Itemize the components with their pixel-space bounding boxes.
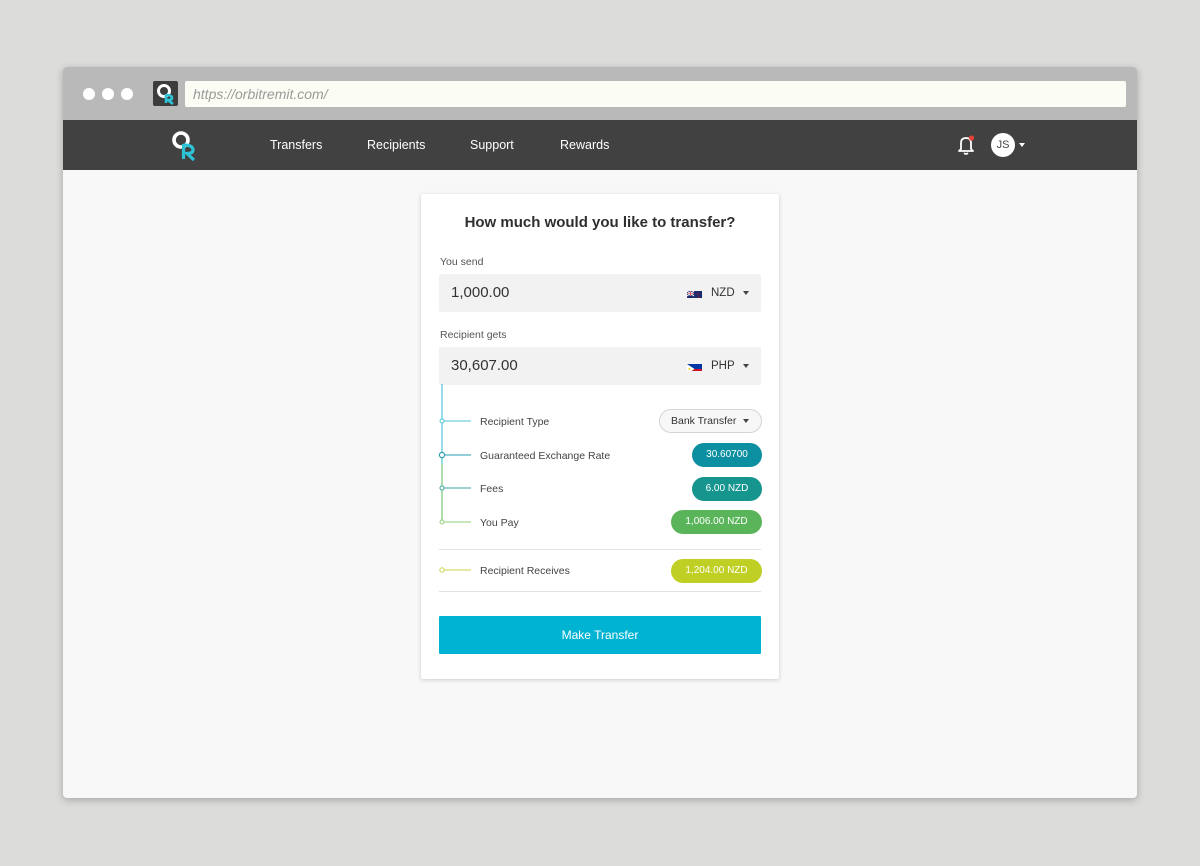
divider xyxy=(439,591,761,592)
recipient-type-value[interactable]: Bank Transfer xyxy=(671,415,736,427)
transfer-card: How much would you like to transfer? You… xyxy=(421,194,779,679)
site-favicon-icon xyxy=(153,81,178,106)
receive-amount-value[interactable]: 30,607.00 xyxy=(451,347,518,385)
nav-rewards[interactable]: Rewards xyxy=(560,120,609,170)
send-currency[interactable]: NZD xyxy=(711,274,735,312)
recipient-receives-badge: 1,204.00 NZD xyxy=(671,559,762,583)
nz-flag-icon xyxy=(687,288,702,298)
window-close-dot[interactable] xyxy=(83,88,95,100)
receive-amount-field[interactable]: 30,607.00 PHP xyxy=(439,347,761,385)
browser-window: https://orbitremit.com/ Transfers Recipi… xyxy=(63,67,1137,798)
exchange-rate-badge: 30.60700 xyxy=(692,443,762,467)
recipient-type-chevron-down-icon[interactable] xyxy=(743,419,749,423)
orbitremit-logo-icon[interactable] xyxy=(171,129,197,161)
make-transfer-button[interactable]: Make Transfer xyxy=(439,616,761,654)
card-title: How much would you like to transfer? xyxy=(421,214,779,231)
browser-chrome: https://orbitremit.com/ xyxy=(63,67,1137,120)
receive-currency[interactable]: PHP xyxy=(711,347,735,385)
window-minimize-dot[interactable] xyxy=(102,88,114,100)
recipient-type-label: Recipient Type xyxy=(480,416,549,428)
nav-transfers[interactable]: Transfers xyxy=(270,120,322,170)
receive-currency-chevron-down-icon[interactable] xyxy=(743,364,749,368)
notification-bell-icon[interactable] xyxy=(956,134,976,156)
nav-recipients[interactable]: Recipients xyxy=(367,120,425,170)
you-pay-badge: 1,006.00 NZD xyxy=(671,510,762,534)
recipient-type-dropdown[interactable]: Bank Transfer xyxy=(659,409,762,433)
address-bar[interactable]: https://orbitremit.com/ xyxy=(185,81,1126,107)
fees-label: Fees xyxy=(480,483,503,495)
recipient-receives-label: Recipient Receives xyxy=(480,565,570,577)
send-amount-field[interactable]: 1,000.00 NZD xyxy=(439,274,761,312)
nav-support[interactable]: Support xyxy=(470,120,514,170)
divider xyxy=(439,549,761,550)
recipient-gets-label: Recipient gets xyxy=(440,329,507,341)
ph-flag-icon xyxy=(687,361,702,371)
send-amount-value[interactable]: 1,000.00 xyxy=(451,274,509,312)
you-send-label: You send xyxy=(440,256,483,268)
fees-badge: 6.00 NZD xyxy=(692,477,762,501)
breakdown-timeline xyxy=(435,384,485,584)
avatar-chevron-down-icon[interactable] xyxy=(1019,143,1025,147)
exchange-rate-label: Guaranteed Exchange Rate xyxy=(480,450,610,462)
send-currency-chevron-down-icon[interactable] xyxy=(743,291,749,295)
you-pay-label: You Pay xyxy=(480,517,519,529)
top-nav: Transfers Recipients Support Rewards JS xyxy=(63,120,1137,170)
window-maximize-dot[interactable] xyxy=(121,88,133,100)
user-avatar[interactable]: JS xyxy=(991,133,1015,157)
